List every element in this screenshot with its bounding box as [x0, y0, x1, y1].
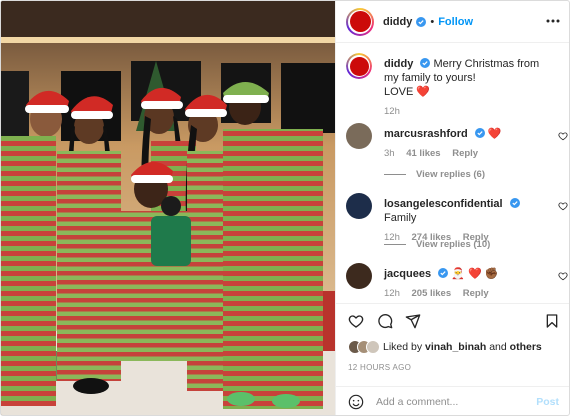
caption-time: 12h: [384, 106, 400, 117]
action-bar: [336, 303, 569, 337]
comment-item: marcusrashford ❤️ 3h 41 likes Reply: [346, 123, 568, 163]
comment-likes[interactable]: 205 likes: [412, 288, 452, 299]
commenter-username[interactable]: marcusrashford: [384, 128, 468, 140]
post-dialog: diddy • Follow diddy Merry Christmas fro…: [0, 0, 570, 416]
liker-avatars: [348, 340, 380, 354]
post-photo[interactable]: [1, 1, 335, 415]
verified-icon: [438, 268, 449, 278]
post-button[interactable]: Post: [536, 396, 559, 408]
comment-input[interactable]: Add a comment...: [376, 396, 536, 408]
commenter-avatar[interactable]: [346, 123, 372, 149]
comment-likes[interactable]: 41 likes: [406, 148, 440, 159]
share-icon[interactable]: [405, 313, 421, 329]
comment-text: ❤️: [487, 128, 502, 140]
caption-avatar[interactable]: [346, 53, 372, 79]
comment-time: 3h: [384, 148, 395, 159]
comment-box: Add a comment... Post: [336, 386, 569, 415]
commenter-avatar[interactable]: [346, 263, 372, 289]
liker-username[interactable]: vinah_binah: [425, 341, 486, 353]
verified-icon: [420, 58, 431, 68]
emoji-icon[interactable]: [348, 394, 364, 410]
bookmark-icon[interactable]: [544, 313, 560, 329]
comment-item: losangelesconfidential Family 12h 274 li…: [346, 193, 568, 243]
others-link[interactable]: others: [510, 341, 542, 353]
verified-icon: [474, 128, 485, 138]
caption-text-2: LOVE ❤️: [384, 86, 431, 98]
caption-username[interactable]: diddy: [384, 58, 413, 70]
commenter-username[interactable]: jacquees: [384, 268, 431, 280]
likes-summary: Liked by vinah_binah and others: [348, 339, 568, 355]
comments-scroll[interactable]: diddy Merry Christmas from my family to …: [336, 43, 569, 303]
follow-button[interactable]: Follow: [438, 16, 473, 28]
separator-dot: •: [430, 15, 435, 28]
view-replies[interactable]: View replies (6): [384, 169, 485, 180]
comment-text: 🎅 ❤️ ✊🏾: [451, 268, 499, 280]
author-avatar[interactable]: [346, 7, 374, 36]
comment-time: 12h: [384, 288, 400, 299]
commenter-avatar[interactable]: [346, 193, 372, 219]
heart-icon[interactable]: [558, 271, 568, 281]
comment-icon[interactable]: [377, 313, 393, 329]
verified-icon: [509, 198, 520, 208]
post-timestamp: 12 HOURS AGO: [348, 363, 412, 372]
heart-icon[interactable]: [348, 313, 364, 329]
comment-item: jacquees 🎅 ❤️ ✊🏾 12h 205 likes Reply: [346, 263, 568, 303]
heart-icon[interactable]: [558, 131, 568, 141]
heart-icon[interactable]: [558, 201, 568, 211]
verified-icon: [416, 16, 427, 27]
avatar: [366, 340, 380, 354]
commenter-username[interactable]: losangelesconfidential: [384, 198, 503, 210]
reply-button[interactable]: Reply: [463, 288, 489, 299]
reply-button[interactable]: Reply: [452, 148, 478, 159]
post-header: diddy • Follow: [336, 1, 569, 43]
comment-text: Family: [384, 212, 417, 224]
post-side-panel: diddy • Follow diddy Merry Christmas fro…: [335, 1, 569, 415]
view-replies[interactable]: View replies (10): [384, 239, 490, 250]
author-username[interactable]: diddy: [383, 16, 412, 28]
family-christmas-photo: [1, 1, 335, 415]
caption: diddy Merry Christmas from my family to …: [346, 53, 562, 117]
more-icon[interactable]: [546, 15, 560, 27]
